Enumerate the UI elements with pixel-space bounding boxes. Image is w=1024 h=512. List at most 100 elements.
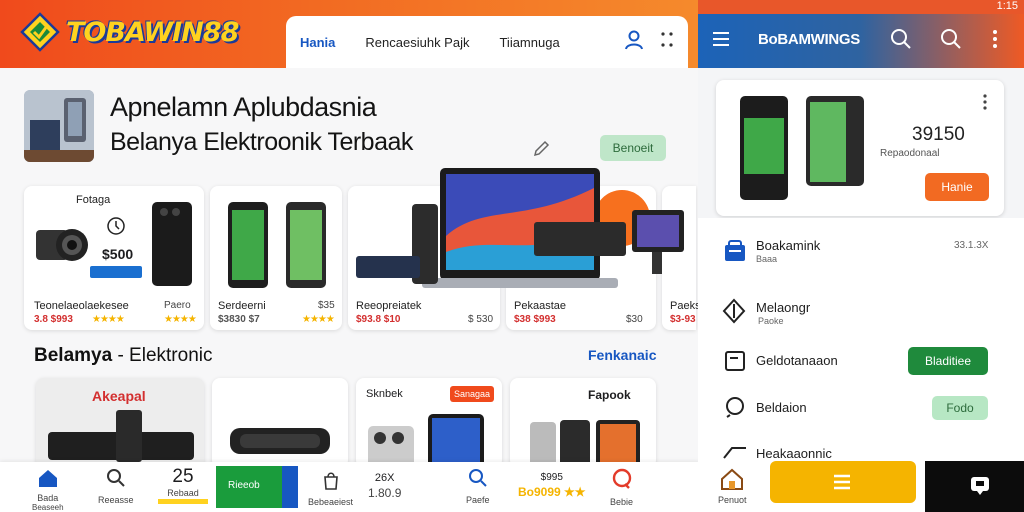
more-vertical-icon[interactable] <box>992 29 998 54</box>
product-card[interactable]: Fotaga $500 Teonelaeolaekesee 3.8 $993 ★… <box>24 186 204 330</box>
bottom-nav-item-search[interactable]: Reeasse <box>98 468 134 505</box>
bottom-nav-sublabel: Beaseeh <box>32 503 64 512</box>
product-badge-value: $500 <box>102 246 134 262</box>
bag-icon <box>322 472 340 494</box>
product-rating: ★★★★ <box>92 314 125 325</box>
hero-title: Apnelamn Aplubdasnia <box>110 92 377 122</box>
menu-row-sub: Paoke <box>758 316 784 326</box>
hero-action-button[interactable]: Benoeit <box>600 135 666 161</box>
menu-row-title: Boakamink <box>756 238 821 253</box>
bottom-nav-item-home[interactable]: Bada Beaseeh <box>32 468 64 512</box>
nav-link-shop[interactable]: Rencaesiuhk Pajk <box>365 35 469 50</box>
status-time: 1:15 <box>996 0 1018 12</box>
product-price: $3830 $7 <box>218 314 260 325</box>
phones-image <box>530 420 640 468</box>
product-rating: ★★★★ <box>302 314 335 325</box>
phones-image <box>368 414 484 468</box>
menu-row-button[interactable]: Fodo <box>932 396 988 420</box>
cart-icon <box>722 238 748 269</box>
product-price: 3.8 $993 <box>34 314 73 325</box>
chat-icon <box>611 468 633 494</box>
speaker-image <box>230 428 330 454</box>
bottom-nav-label: 1.80.9 <box>368 486 402 500</box>
featured-price-sub: Repaodonaal <box>880 148 940 159</box>
menu-row-title: Beldaion <box>756 400 807 415</box>
product-price: $93.8 $10 <box>356 314 401 325</box>
bottom-nav-label: Bebeaeiest <box>308 497 354 507</box>
more-vertical-icon[interactable] <box>982 94 988 115</box>
mobile-chat-button[interactable] <box>925 461 1024 512</box>
product-badge <box>90 266 142 278</box>
product-label: Sknbek <box>366 388 403 400</box>
section-see-all-link[interactable]: Fenkanaic <box>588 347 656 363</box>
menu-row-title: Melaongr <box>756 300 811 315</box>
phone-image <box>152 202 192 286</box>
product-card[interactable]: Fapook <box>510 378 656 468</box>
product-card[interactable]: Akeapal <box>36 378 204 468</box>
search-alt-icon <box>724 396 746 423</box>
search-icon[interactable] <box>890 28 912 55</box>
bottom-nav-item-rating[interactable]: $995 Bo9099 ★★ <box>518 472 586 499</box>
featured-devices-image <box>356 168 684 288</box>
menu-row-button[interactable]: Bladitiee <box>908 347 988 375</box>
search-icon <box>468 469 488 492</box>
section-title-rest: - Elektronic <box>112 345 213 366</box>
mobile-header: BoBAMWINGS <box>698 14 1024 68</box>
product-secondary: $ 530 <box>468 314 494 325</box>
status-bar: 1:15 <box>698 0 1024 14</box>
bottom-nav-item-badge[interactable]: 25 Rebaad <box>158 466 208 504</box>
product-secondary: Paero <box>164 300 191 311</box>
product-card[interactable]: Serdeerni $3830 $7 $35 ★★★★ <box>210 186 342 330</box>
mobile-title: BoBAMWINGS <box>758 31 860 48</box>
camera-image <box>36 229 88 261</box>
bottom-nav-item-chat[interactable]: Bebie <box>610 468 633 507</box>
bottom-nav-sublabel: Rebaad <box>167 488 199 498</box>
product-category: Fotaga <box>76 194 111 206</box>
menu-row-meta: 33.1.3X <box>954 240 989 251</box>
bottom-nav-label: Bebie <box>610 497 634 507</box>
featured-action-button[interactable]: Hanie <box>925 173 989 201</box>
menu-row-sub: Baaa <box>756 254 778 264</box>
product-label: Fapook <box>588 388 631 402</box>
promo-banner-label: Rieeob <box>228 480 260 491</box>
bottom-nav-item-bag[interactable]: Bebeaeiest <box>308 470 353 507</box>
more-vertical-icon[interactable] <box>660 30 674 55</box>
square-icon <box>724 350 746 377</box>
list-icon <box>832 473 852 496</box>
featured-price: 39150 <box>912 124 965 145</box>
hero-subtitle: Belanya Elektroonik Terbaak <box>110 128 413 156</box>
product-name: Teonelaeolaekesee <box>34 300 129 312</box>
product-price: $3-93 <box>670 314 696 325</box>
promo-banner-stripe <box>282 466 298 508</box>
search-icon[interactable] <box>940 28 962 55</box>
bottom-nav-sublabel: $995 <box>540 472 563 483</box>
edit-icon[interactable] <box>532 140 550 163</box>
home-icon <box>720 468 744 494</box>
promo-banner[interactable]: Rieeob <box>216 466 298 508</box>
brand-logo[interactable]: TOBAWIN88 <box>20 12 239 52</box>
logo-icon <box>20 12 60 52</box>
product-card[interactable]: Sknbek Sanagaa <box>356 378 502 468</box>
chat-icon <box>969 475 991 502</box>
ticket-icon <box>722 298 746 329</box>
bottom-nav-item-tag[interactable]: 26X 1.80.9 <box>368 472 401 500</box>
menu-icon[interactable] <box>712 31 730 52</box>
product-card[interactable] <box>212 378 348 468</box>
main-nav: Hania Rencaesiuhk Pajk Tiiamnuga <box>286 16 688 68</box>
user-icon[interactable] <box>624 29 644 56</box>
search-icon <box>106 469 126 492</box>
product-label: Akeapal <box>92 388 146 404</box>
product-secondary: $35 <box>318 300 335 311</box>
product-rating: ★★★★ <box>164 314 197 325</box>
mobile-cart-button[interactable] <box>770 461 916 503</box>
bottom-nav-sublabel: 26X <box>374 472 395 484</box>
nav-link-promo[interactable]: Tiiamnuga <box>499 35 559 50</box>
bottom-nav-label: Bo9099 ★★ <box>518 485 586 499</box>
mobile-home-tab[interactable]: Penuot <box>718 468 747 505</box>
product-price: $38 $993 <box>514 314 556 325</box>
console-image <box>48 410 194 462</box>
hero-thumbnail[interactable] <box>24 90 94 162</box>
product-name: Serdeerni <box>218 300 266 312</box>
nav-link-home[interactable]: Hania <box>300 35 335 50</box>
bottom-nav-item-search-2[interactable]: Paefe <box>466 468 490 505</box>
